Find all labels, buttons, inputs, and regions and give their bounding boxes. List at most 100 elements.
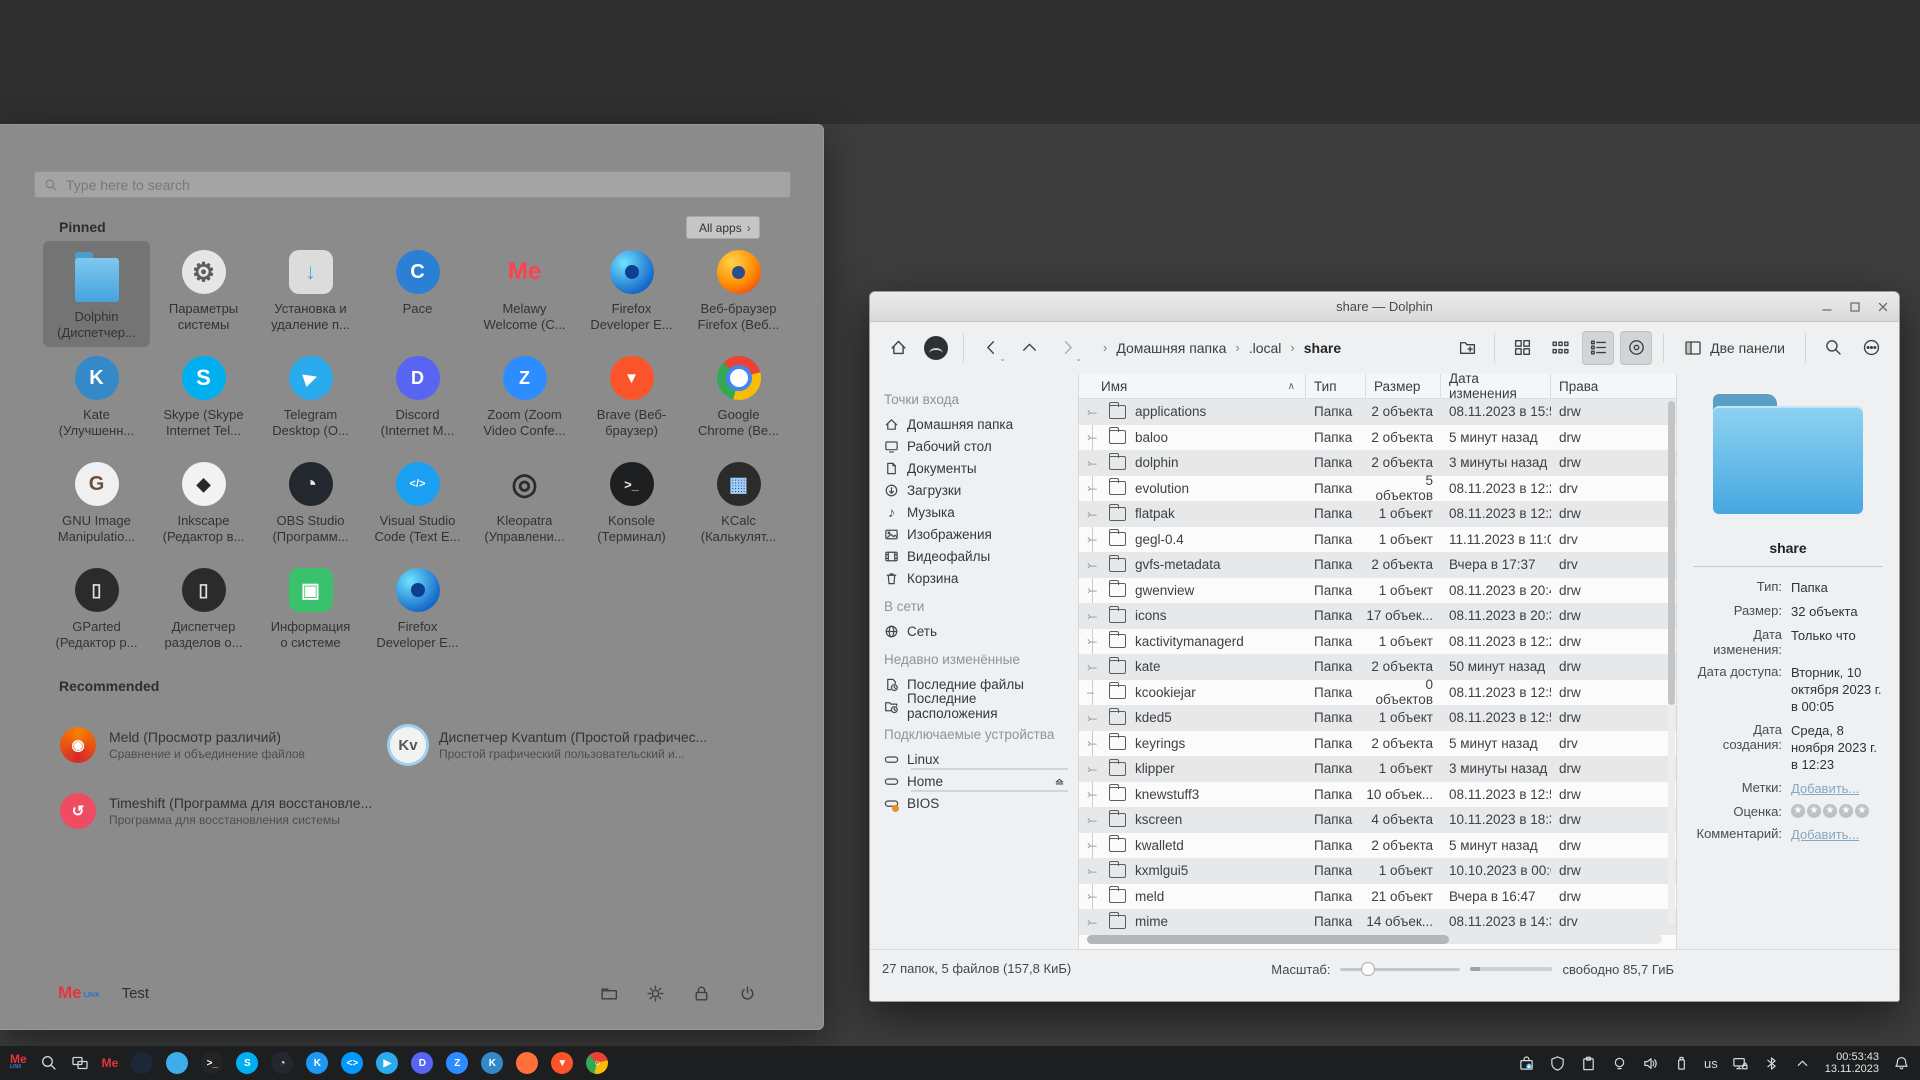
shield-icon[interactable] bbox=[1549, 1055, 1566, 1072]
app-tile-discord[interactable]: DDiscord(Internet M... bbox=[364, 347, 471, 453]
expand-arrow-icon[interactable]: ›– bbox=[1079, 507, 1109, 521]
file-row-mime[interactable]: ›–mimeПапка14 объек...08.11.2023 в 14:33… bbox=[1079, 909, 1676, 935]
places-item-последние-расположения[interactable]: Последние расположения bbox=[884, 695, 1078, 717]
star-icon[interactable]: ★ bbox=[1791, 804, 1805, 818]
digital-clock[interactable]: 00:53:43 13.11.2023 bbox=[1825, 1051, 1879, 1075]
app-tile-skype[interactable]: SSkype (SkypeInternet Tel... bbox=[150, 347, 257, 453]
app-tile-telegram[interactable]: ▶TelegramDesktop (O... bbox=[257, 347, 364, 453]
column-header-permissions[interactable]: Права bbox=[1551, 374, 1676, 398]
places-item-home[interactable]: Home bbox=[884, 770, 1078, 792]
app-tile-kcalc[interactable]: ▦KCalc(Калькулят... bbox=[685, 453, 792, 559]
expand-arrow-icon[interactable]: ›– bbox=[1079, 634, 1109, 648]
expand-arrow-icon[interactable]: ›– bbox=[1079, 736, 1109, 750]
places-item-изображения[interactable]: Изображения bbox=[884, 523, 1078, 545]
app-tile-firefox-developer[interactable]: FirefoxDeveloper E... bbox=[578, 241, 685, 347]
expand-arrow-icon[interactable]: ›– bbox=[1079, 838, 1109, 852]
column-header-type[interactable]: Тип bbox=[1306, 374, 1366, 398]
updates-icon[interactable] bbox=[1518, 1055, 1535, 1072]
star-icon[interactable]: ★ bbox=[1855, 804, 1869, 818]
column-header-size[interactable]: Размер bbox=[1366, 374, 1441, 398]
taskbar-app-zoom[interactable]: Z bbox=[446, 1052, 468, 1074]
eject-icon[interactable] bbox=[1053, 775, 1066, 788]
file-row-meld[interactable]: ›–meldПапка21 объектВчера в 16:47drw bbox=[1079, 884, 1676, 910]
expand-arrow-icon[interactable]: ›– bbox=[1079, 889, 1109, 903]
taskbar-app-obs-studio[interactable]: ◔ bbox=[271, 1052, 293, 1074]
expand-arrow-icon[interactable]: ›– bbox=[1079, 915, 1109, 929]
app-tile-gparted[interactable]: ▯GParted(Редактор р... bbox=[43, 559, 150, 665]
app-tile-obs-studio[interactable]: ◔OBS Studio(Программ... bbox=[257, 453, 364, 559]
places-item-linux[interactable]: Linux bbox=[884, 748, 1078, 770]
app-tile-konsole[interactable]: >_Konsole(Терминал) bbox=[578, 453, 685, 559]
expand-arrow-icon[interactable]: ›– bbox=[1079, 456, 1109, 470]
search-button[interactable] bbox=[1817, 331, 1849, 365]
volume-icon[interactable] bbox=[1642, 1055, 1659, 1072]
taskbar-app-chrome[interactable]: ○ bbox=[586, 1052, 608, 1074]
app-tile-chrome[interactable]: GoogleChrome (Be... bbox=[685, 347, 792, 453]
places-item-видеофайлы[interactable]: Видеофайлы bbox=[884, 545, 1078, 567]
power-icon[interactable] bbox=[738, 984, 757, 1003]
expand-arrow-icon[interactable]: ›– bbox=[1079, 787, 1109, 801]
files-icon[interactable] bbox=[600, 984, 619, 1003]
melawy-icon[interactable]: Me bbox=[102, 1056, 119, 1070]
app-tile-brave[interactable]: ▼Brave (Веб-браузер) bbox=[578, 347, 685, 453]
bluetooth-icon[interactable] bbox=[1763, 1055, 1780, 1072]
star-icon[interactable]: ★ bbox=[1823, 804, 1837, 818]
file-row-icons[interactable]: ›–iconsПапка17 объек...08.11.2023 в 20:3… bbox=[1079, 603, 1676, 629]
app-tile-discover[interactable]: ↓Установка иудаление п... bbox=[257, 241, 364, 347]
app-tile-inkscape[interactable]: ◆Inkscape(Редактор в... bbox=[150, 453, 257, 559]
expand-arrow-icon[interactable]: ›– bbox=[1079, 430, 1109, 444]
lock-icon[interactable] bbox=[692, 984, 711, 1003]
app-tile-system-settings[interactable]: ⚙Параметрысистемы bbox=[150, 241, 257, 347]
file-row-gvfs-metadata[interactable]: ›–gvfs-metadataПапка2 объектаВчера в 17:… bbox=[1079, 552, 1676, 578]
column-header-date[interactable]: Дата изменения bbox=[1441, 374, 1551, 398]
search-icon[interactable] bbox=[40, 1054, 58, 1072]
file-row-kate[interactable]: ›–kateПапка2 объекта50 минут назадdrw bbox=[1079, 654, 1676, 680]
column-header-name[interactable]: Имя∧ bbox=[1079, 374, 1306, 398]
clipboard-icon[interactable] bbox=[1580, 1055, 1597, 1072]
expand-arrow-icon[interactable]: ›– bbox=[1079, 711, 1109, 725]
app-tile-zoom[interactable]: ZZoom (ZoomVideo Confe... bbox=[471, 347, 578, 453]
expand-arrow-icon[interactable]: ›– bbox=[1079, 405, 1109, 419]
taskbar-app-dolphin[interactable] bbox=[166, 1052, 188, 1074]
file-row-dolphin[interactable]: ›–dolphinПапка2 объекта3 минуты назадdrw bbox=[1079, 450, 1676, 476]
app-tile-dolphin[interactable]: Dolphin(Диспетчер... bbox=[43, 241, 150, 347]
usb-device-icon[interactable] bbox=[1673, 1055, 1690, 1072]
virtual-desktop-pager[interactable] bbox=[71, 1054, 89, 1072]
app-tile-system-info[interactable]: ▣Информацияо системе bbox=[257, 559, 364, 665]
taskbar-app-brave[interactable]: ▼ bbox=[551, 1052, 573, 1074]
app-tile-firefox[interactable]: Веб-браузерFirefox (Веб... bbox=[685, 241, 792, 347]
user-avatar[interactable] bbox=[920, 331, 952, 365]
add-link[interactable]: Добавить... bbox=[1791, 826, 1885, 843]
rating-stars[interactable]: ★★★★★ bbox=[1791, 804, 1885, 818]
taskbar-app-vscode[interactable]: <> bbox=[341, 1052, 363, 1074]
taskbar-app-discord[interactable]: D bbox=[411, 1052, 433, 1074]
file-row-kactivitymanagerd[interactable]: ›–kactivitymanagerdПапка1 объект08.11.20… bbox=[1079, 629, 1676, 655]
compact-view-button[interactable] bbox=[1544, 331, 1576, 365]
star-icon[interactable]: ★ bbox=[1839, 804, 1853, 818]
expand-arrow-icon[interactable]: ›– bbox=[1079, 583, 1109, 597]
star-icon[interactable]: ★ bbox=[1807, 804, 1821, 818]
breadcrumb-segment[interactable]: Домашняя папка bbox=[1116, 340, 1226, 356]
places-item-загрузки[interactable]: Загрузки bbox=[884, 479, 1078, 501]
file-row-kscreen[interactable]: ›–kscreenПапка4 объекта10.11.2023 в 18:3… bbox=[1079, 807, 1676, 833]
up-button[interactable] bbox=[1013, 331, 1045, 365]
close-button[interactable] bbox=[1877, 301, 1889, 313]
expand-arrow-icon[interactable]: ›– bbox=[1079, 481, 1109, 495]
icons-view-button[interactable] bbox=[1506, 331, 1538, 365]
taskbar-app-firefox[interactable] bbox=[516, 1052, 538, 1074]
app-tile-vscode[interactable]: </>Visual StudioCode (Text E... bbox=[364, 453, 471, 559]
file-row-kded5[interactable]: ›–kded5Папка1 объект08.11.2023 в 12:54dr… bbox=[1079, 705, 1676, 731]
minimize-button[interactable] bbox=[1821, 301, 1833, 313]
taskbar-app-kde-app[interactable]: K bbox=[306, 1052, 328, 1074]
expand-arrow-icon[interactable]: ›– bbox=[1079, 609, 1109, 623]
recommended-item-timeshift[interactable]: ↺Timeshift (Программа для восстановле...… bbox=[60, 779, 390, 843]
recommended-item-meld[interactable]: ◉Meld (Просмотр различий)Сравнение и объ… bbox=[60, 713, 390, 777]
keyboard-layout-indicator[interactable]: us bbox=[1704, 1056, 1718, 1071]
horizontal-scrollbar[interactable] bbox=[1087, 935, 1662, 944]
breadcrumb-segment[interactable]: .local bbox=[1249, 340, 1282, 356]
details-view-button[interactable] bbox=[1582, 331, 1614, 365]
taskbar-app-steam[interactable] bbox=[131, 1052, 153, 1074]
file-row-flatpak[interactable]: ›–flatpakПапка1 объект08.11.2023 в 12:24… bbox=[1079, 501, 1676, 527]
file-row-kwalletd[interactable]: ›–kwalletdПапка2 объекта5 минут назадdrw bbox=[1079, 833, 1676, 859]
places-item-сеть[interactable]: Сеть bbox=[884, 620, 1078, 642]
